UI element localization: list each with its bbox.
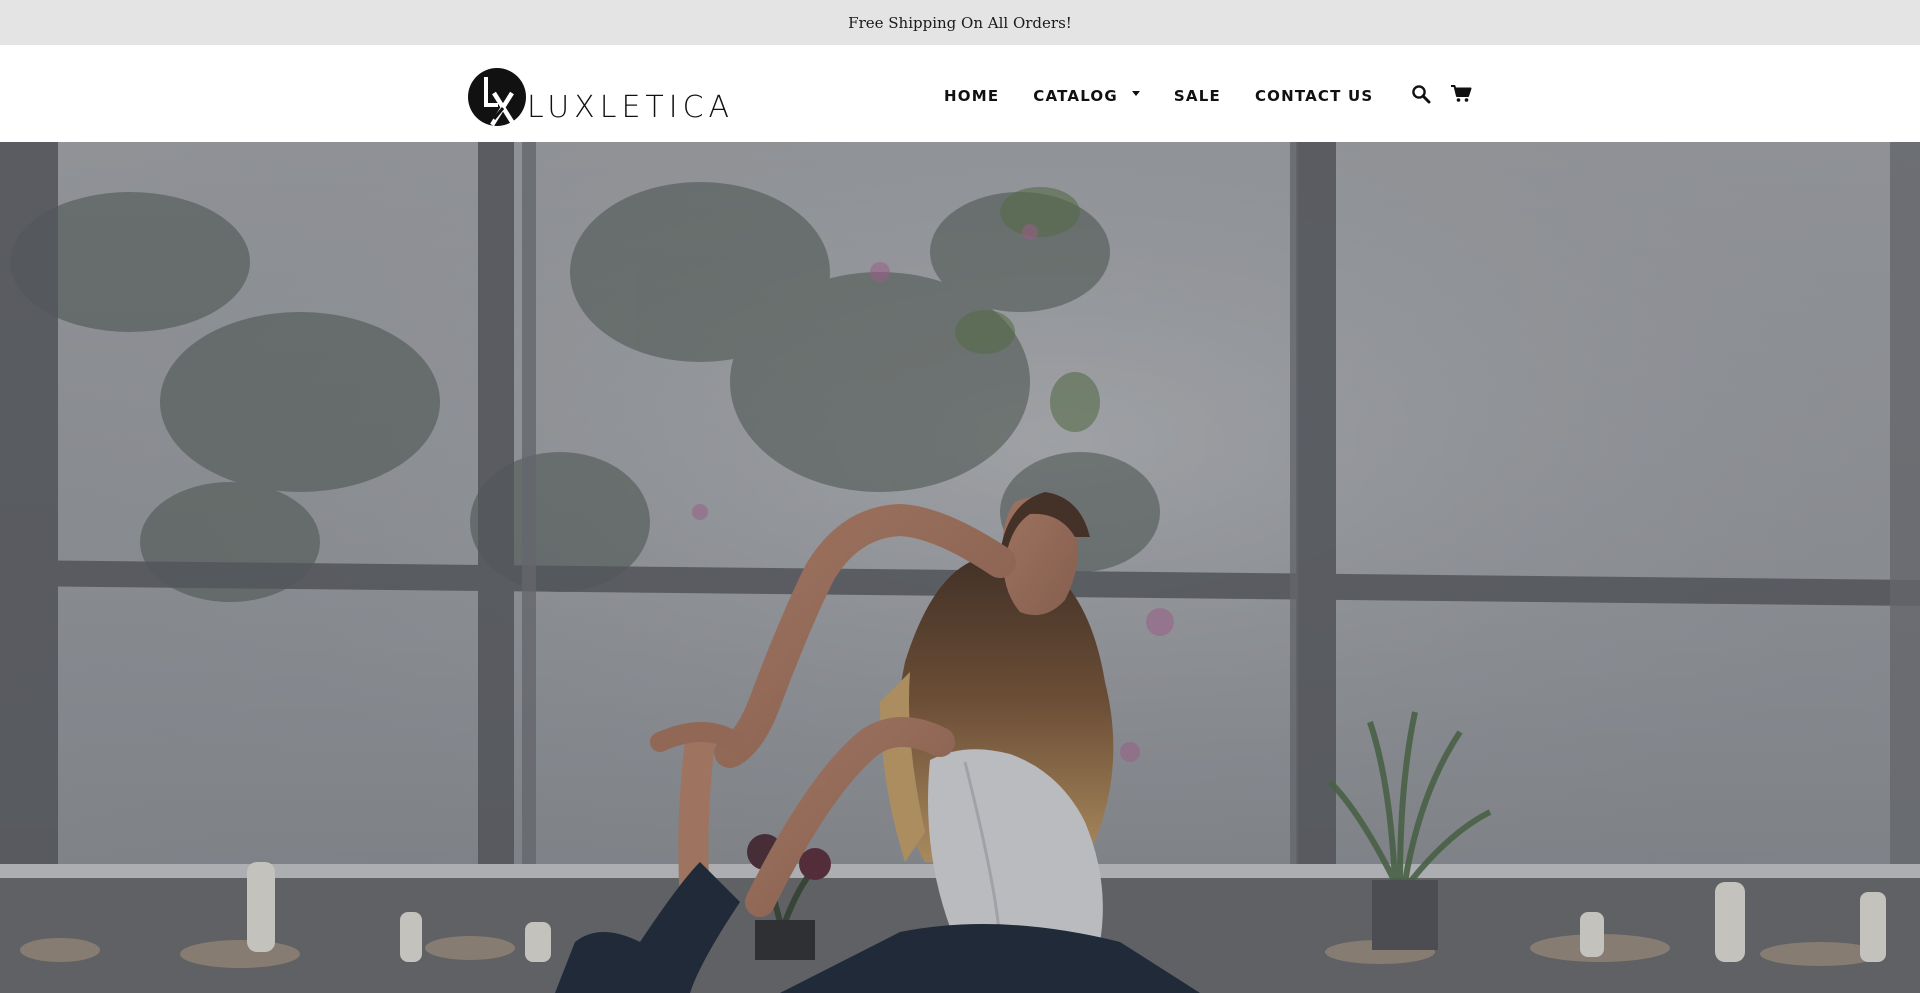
cart-button[interactable] — [1447, 80, 1475, 108]
cart-icon — [1451, 84, 1472, 102]
search-icon — [1412, 84, 1431, 103]
chevron-down-icon — [1131, 91, 1140, 96]
main-nav: HOME CATALOG SALE CONTACT US — [944, 45, 1475, 142]
nav-catalog-label: CATALOG — [1033, 86, 1118, 105]
brand-logo[interactable]: LUXLETICA — [467, 61, 734, 127]
hero-image — [0, 142, 1920, 993]
brand-name: LUXLETICA — [527, 90, 735, 125]
nav-contact-label: CONTACT US — [1254, 86, 1374, 105]
nav-home-label: HOME — [944, 86, 1000, 105]
nav-catalog[interactable]: CATALOG — [1033, 87, 1140, 105]
announcement-bar: Free Shipping On All Orders! — [0, 0, 1920, 45]
nav-contact-us[interactable]: CONTACT US — [1255, 87, 1373, 105]
nav-home[interactable]: HOME — [944, 87, 999, 105]
nav-sale-label: SALE — [1173, 86, 1221, 105]
search-button[interactable] — [1407, 80, 1435, 108]
nav-sale[interactable]: SALE — [1174, 87, 1221, 105]
logo-mark — [467, 67, 527, 127]
hero-banner — [0, 142, 1920, 993]
announcement-text: Free Shipping On All Orders! — [848, 13, 1072, 32]
site-header: LUXLETICA HOME CATALOG SALE CONTACT US — [0, 45, 1920, 142]
